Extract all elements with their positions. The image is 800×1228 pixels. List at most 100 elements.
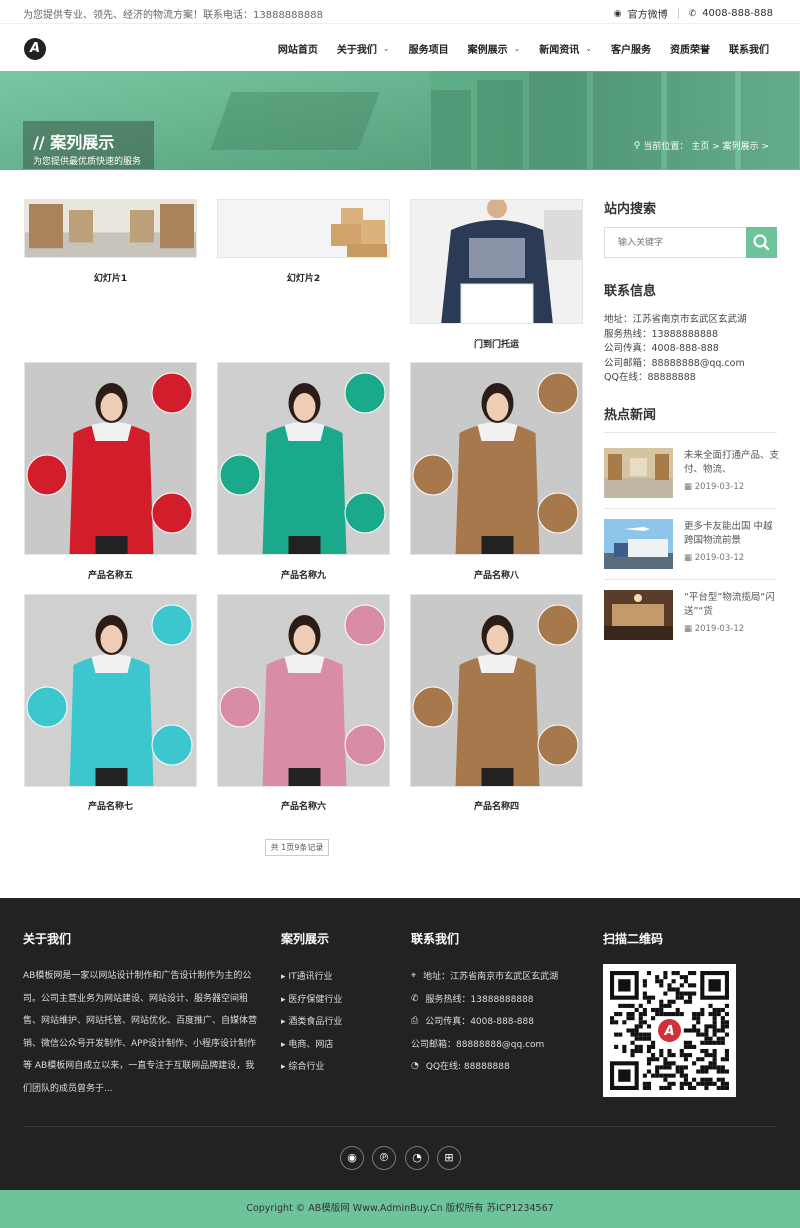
pinterest-icon[interactable]: ℗ <box>372 1146 396 1170</box>
footer-contact-title: 联系我们 <box>411 932 460 946</box>
phone-icon: ✆ <box>688 8 697 19</box>
banner-box-image <box>528 71 588 170</box>
calendar-icon: ▦ <box>684 482 693 492</box>
weibo-icon[interactable]: ◉ <box>614 9 622 19</box>
case-caption[interactable]: 产品名称九 <box>217 568 390 581</box>
divider <box>604 432 777 433</box>
nav-item-contact[interactable]: 联系我们 <box>729 41 769 56</box>
logo[interactable]: A <box>24 38 46 60</box>
warehouse-image <box>604 448 673 498</box>
footer-cases-title: 案列展示 <box>281 932 330 946</box>
top-bar: 为您提供专业、领先、经济的物流方案！联系电话：13888888888 ◉ 官方微… <box>0 0 800 24</box>
truck-plane-image <box>604 519 673 569</box>
breadcrumb-path[interactable]: 主页 > 案列展示 > <box>691 139 769 152</box>
nav-item-about[interactable]: 关于我们 ⌄ <box>337 41 390 56</box>
qq-icon: ◔ <box>411 1060 419 1071</box>
case-image[interactable] <box>24 594 197 787</box>
nav-item-cases[interactable]: 案例展示 ⌄ <box>468 41 521 56</box>
nav-item-honors[interactable]: 资质荣誉 <box>670 41 710 56</box>
calendar-icon: ▦ <box>684 553 693 563</box>
footer-contact-hotline: ✆ 服务热线：13888888888 <box>411 993 534 1006</box>
banner-box-image <box>209 91 381 151</box>
news-thumbnail[interactable] <box>604 448 673 498</box>
footer-qr-title: 扫描二维码 <box>603 932 664 946</box>
footer-about-title: 关于我们 <box>23 932 72 946</box>
case-image[interactable] <box>410 362 583 555</box>
case-image[interactable] <box>24 199 197 258</box>
cyan-image <box>25 595 196 786</box>
news-thumbnail[interactable] <box>604 519 673 569</box>
courier-image <box>411 200 582 323</box>
page-subtitle: 为您提供最优质快速的服务 <box>33 157 142 167</box>
page-title: // 案列展示 <box>33 133 115 152</box>
case-caption[interactable]: 幻灯片1 <box>24 271 197 284</box>
footer-contact-email: 公司邮箱：88888888@qq.com <box>411 1040 545 1050</box>
case-image[interactable] <box>410 594 583 787</box>
news-item[interactable]: 未来全面打通产品、支付、物流、 ▦ 2019-03-12 <box>604 448 779 500</box>
news-title-text[interactable]: 未来全面打通产品、支付、物流、 <box>684 449 779 477</box>
phone-icon: ✆ <box>411 993 419 1004</box>
case-caption[interactable]: 产品名称五 <box>24 568 197 581</box>
banner-box-image <box>666 71 736 170</box>
location-pin-icon: ⚲ <box>633 140 641 151</box>
footer: 关于我们 AB模板网是一家以网站设计制作和广告设计制作为主的公司。公司主营业务为… <box>0 898 800 1190</box>
footer-case-link[interactable]: ▸ 电商、网店 <box>281 1037 333 1050</box>
case-caption[interactable]: 产品名称六 <box>217 799 390 812</box>
case-image[interactable] <box>24 362 197 555</box>
weibo-link[interactable]: 官方微博 <box>628 6 668 21</box>
search-input[interactable] <box>604 227 746 258</box>
news-title: 热点新闻 <box>604 408 657 423</box>
nav-item-customer-service[interactable]: 客户服务 <box>611 41 651 56</box>
footer-case-link[interactable]: ▸ 酒类食品行业 <box>281 1014 342 1027</box>
search-button[interactable] <box>746 227 777 258</box>
banner-box-image <box>592 71 662 170</box>
news-thumbnail[interactable] <box>604 590 673 640</box>
footer-case-link[interactable]: ▸ 医疗保健行业 <box>281 992 342 1005</box>
cart-icon[interactable]: ⊞ <box>437 1146 461 1170</box>
footer-contact-fax: ⎙ 公司传真：4008-888-888 <box>411 1015 534 1028</box>
news-title-text[interactable]: 更多卡友能出国 中越跨国物流前景 <box>684 520 779 548</box>
teal-image <box>218 363 389 554</box>
case-caption[interactable]: 门到门托运 <box>410 337 583 350</box>
news-item[interactable]: 更多卡友能出国 中越跨国物流前景 ▦ 2019-03-12 <box>604 519 777 571</box>
interior-image <box>604 590 673 640</box>
pagination: 共 1页9条记录 <box>265 839 329 856</box>
boxes-image <box>218 200 389 257</box>
nav-item-news[interactable]: 新闻资讯 ⌄ <box>539 41 592 56</box>
weibo-icon[interactable]: ◉ <box>340 1146 364 1170</box>
case-caption[interactable]: 幻灯片2 <box>217 271 390 284</box>
calendar-icon: ▦ <box>684 624 693 634</box>
case-image[interactable] <box>217 199 390 258</box>
case-caption[interactable]: 产品名称七 <box>24 799 197 812</box>
top-phone: 4008-888-888 <box>702 8 773 19</box>
red-image <box>25 363 196 554</box>
header: A 网站首页 关于我们 ⌄ 服务项目 案例展示 ⌄ 新闻资讯 ⌄ 客户服务 资质荣誉 … <box>0 24 800 71</box>
camel-image <box>411 595 582 786</box>
banner-box-image <box>476 79 524 170</box>
qq-icon[interactable]: ◔ <box>405 1146 429 1170</box>
news-date: ▦ 2019-03-12 <box>684 482 745 492</box>
case-image[interactable] <box>217 594 390 787</box>
divider <box>604 579 777 580</box>
qr-code: A <box>603 964 736 1097</box>
divider <box>23 1126 777 1127</box>
svg-text:A: A <box>663 1024 674 1039</box>
news-item[interactable]: “平台型”物流揽局“闪送”“货 ▦ 2019-03-12 <box>604 590 777 642</box>
case-caption[interactable]: 产品名称八 <box>410 568 583 581</box>
nav-item-home[interactable]: 网站首页 <box>278 41 318 56</box>
qr-code-image: A <box>610 971 729 1090</box>
nav-item-services[interactable]: 服务项目 <box>409 41 449 56</box>
footer-case-link[interactable]: ▸ IT通讯行业 <box>281 969 333 982</box>
footer-case-link[interactable]: ▸ 综合行业 <box>281 1059 324 1072</box>
case-caption[interactable]: 产品名称四 <box>410 799 583 812</box>
page-banner: // 案列展示 为您提供最优质快速的服务 ⚲ 当前位置： 主页 > 案列展示 > <box>0 71 800 170</box>
warehouse-image <box>25 200 196 257</box>
news-date: ▦ 2019-03-12 <box>684 553 745 563</box>
contact-hotline: 服务热线：13888888888 <box>604 329 718 340</box>
case-image[interactable] <box>217 362 390 555</box>
footer-contact-qq: ◔ QQ在线: 88888888 <box>411 1060 510 1073</box>
news-title-text[interactable]: “平台型”物流揽局“闪送”“货 <box>684 591 779 619</box>
chevron-down-icon: ⌄ <box>513 44 521 53</box>
chevron-down-icon: ⌄ <box>382 44 390 53</box>
case-image[interactable] <box>410 199 583 324</box>
